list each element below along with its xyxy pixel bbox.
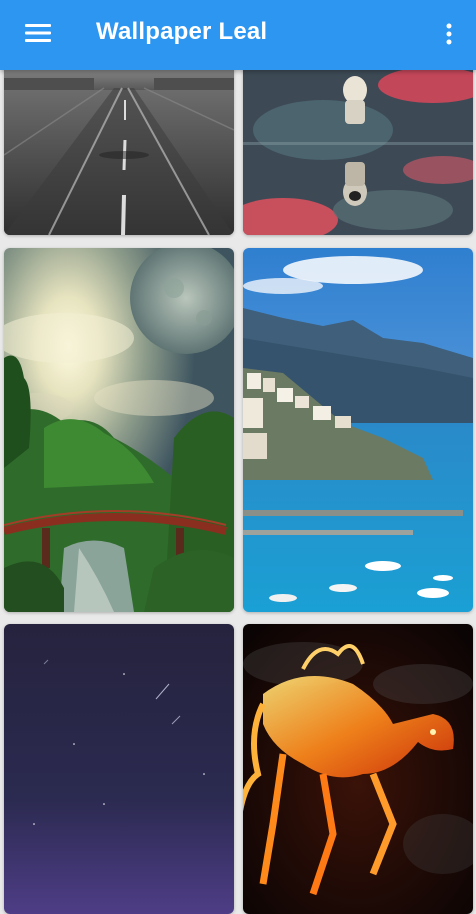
wallpaper-image — [243, 60, 473, 235]
wallpaper-card[interactable] — [4, 60, 234, 235]
wallpaper-image — [4, 248, 234, 612]
more-vert-icon — [446, 23, 452, 45]
wallpaper-image — [4, 60, 234, 235]
app-title: Wallpaper Leal — [96, 18, 268, 45]
wallpaper-image — [243, 248, 473, 612]
wallpaper-card[interactable] — [4, 248, 234, 612]
wallpaper-card[interactable] — [243, 60, 473, 235]
app-bar: Wallpaper Leal — [0, 0, 476, 70]
wallpaper-card[interactable] — [4, 624, 234, 914]
wallpaper-image — [243, 624, 473, 914]
wallpaper-image — [4, 624, 234, 914]
wallpaper-card[interactable] — [243, 624, 473, 914]
wallpaper-card[interactable] — [243, 248, 473, 612]
wallpaper-grid — [0, 0, 476, 914]
hamburger-menu-icon — [25, 24, 51, 42]
hamburger-menu-button[interactable] — [10, 10, 66, 56]
overflow-menu-button[interactable] — [434, 14, 464, 54]
